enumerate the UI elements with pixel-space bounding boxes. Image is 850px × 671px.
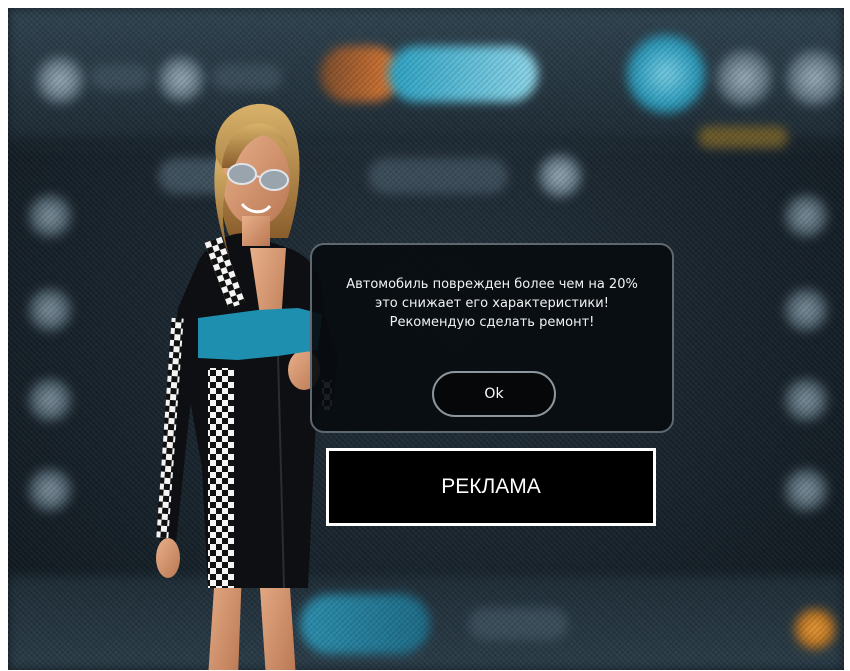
game-screen: Автомобиль поврежден более чем на 20% эт… [8, 8, 844, 670]
dialog-message: Автомобиль поврежден более чем на 20% эт… [312, 275, 672, 332]
dialog-message-line: Рекомендую сделать ремонт! [389, 315, 595, 330]
left-side-icon [28, 194, 72, 238]
ok-button[interactable]: Ok [432, 371, 556, 417]
currency-pill [698, 126, 788, 148]
left-side-icon [28, 378, 72, 422]
menu-icon [36, 56, 84, 104]
top-left-pill [90, 64, 150, 90]
tab-right-icon [538, 154, 582, 198]
close-icon [786, 50, 842, 106]
left-side-icon [28, 468, 72, 512]
bottom-pill [468, 608, 568, 640]
tab-center [368, 158, 508, 194]
settings-icon [716, 50, 772, 106]
ad-banner[interactable]: РЕКЛАМА [326, 448, 656, 526]
left-side-icon [28, 288, 72, 332]
cyan-tab [388, 46, 538, 102]
divider [8, 148, 844, 149]
right-side-icon [784, 194, 828, 238]
right-side-icon [784, 288, 828, 332]
damage-warning-dialog: Автомобиль поврежден более чем на 20% эт… [310, 243, 674, 433]
right-side-icon [784, 378, 828, 422]
cyan-round-button [626, 34, 706, 114]
dialog-message-line: Автомобиль поврежден более чем на 20% [346, 277, 638, 292]
top-pill [212, 64, 282, 90]
dialog-message-line: это снижает его характеристики! [375, 296, 609, 311]
bottom-orange-icon [794, 608, 836, 650]
right-side-icon [784, 468, 828, 512]
